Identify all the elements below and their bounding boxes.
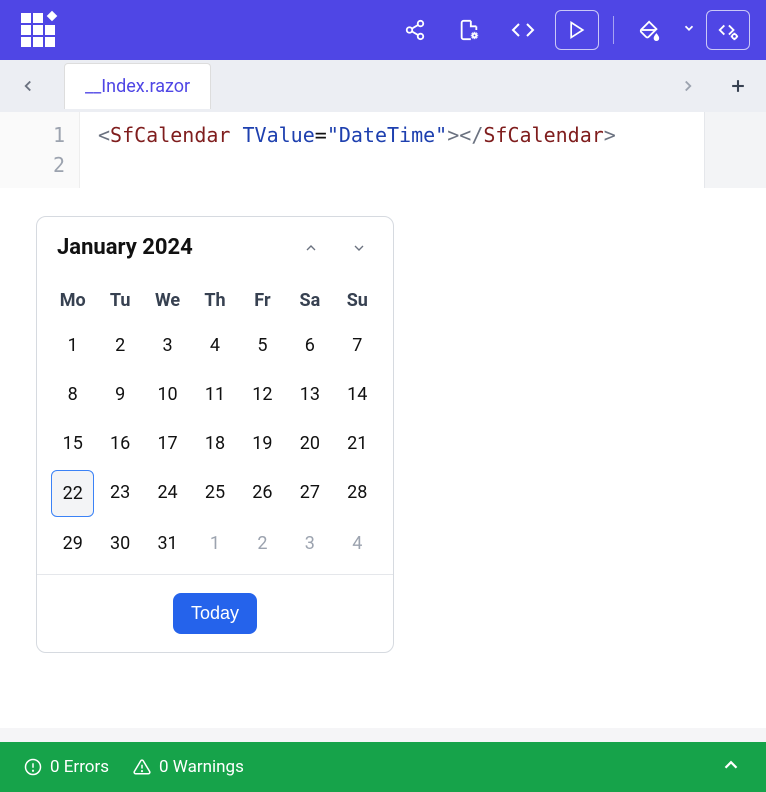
calendar-day[interactable]: 19 (241, 421, 284, 466)
paint-bucket-icon (639, 19, 661, 41)
calendar-day[interactable]: 17 (146, 421, 189, 466)
calendar-day[interactable]: 26 (241, 470, 284, 517)
app-menu-button[interactable] (16, 10, 60, 50)
line-number: 2 (0, 150, 65, 180)
calendar-day[interactable]: 25 (193, 470, 236, 517)
calendar-dow: Sa (286, 280, 333, 321)
errors-label: 0 Errors (50, 757, 109, 777)
calendar-footer: Today (37, 574, 393, 652)
calendar-dow: Th (191, 280, 238, 321)
status-bar: 0 Errors 0 Warnings (0, 742, 766, 792)
chevron-left-icon (19, 77, 37, 95)
chevron-right-icon (679, 77, 697, 95)
chevron-down-icon (682, 21, 696, 35)
plus-icon (728, 76, 748, 96)
calendar-day[interactable]: 3 (288, 521, 331, 566)
code-line: <SfCalendar TValue="DateTime"></SfCalend… (98, 120, 696, 150)
calendar-day[interactable]: 23 (98, 470, 141, 517)
calendar-day[interactable]: 1 (51, 323, 94, 368)
calendar-widget: January 2024 MoTuWeThFrSaSu1234567891011… (36, 216, 394, 653)
calendar-day[interactable]: 14 (336, 372, 379, 417)
code-gear-icon (717, 19, 739, 41)
calendar-day[interactable]: 9 (98, 372, 141, 417)
calendar-day[interactable]: 27 (288, 470, 331, 517)
calendar-day[interactable]: 3 (146, 323, 189, 368)
calendar-day[interactable]: 12 (241, 372, 284, 417)
calendar-day[interactable]: 15 (51, 421, 94, 466)
format-dropdown[interactable] (682, 21, 696, 39)
calendar-day[interactable]: 13 (288, 372, 331, 417)
tab-next-button[interactable] (670, 68, 706, 104)
error-icon (24, 758, 42, 776)
file-gear-icon (458, 19, 480, 41)
calendar-day[interactable]: 24 (146, 470, 189, 517)
calendar-next-button[interactable] (345, 236, 373, 260)
file-settings-button[interactable] (447, 10, 491, 50)
top-toolbar (0, 0, 766, 60)
code-editor[interactable]: 1 2 <SfCalendar TValue="DateTime"></SfCa… (0, 112, 766, 188)
calendar-day[interactable]: 10 (146, 372, 189, 417)
today-button[interactable]: Today (173, 593, 257, 634)
calendar-grid: MoTuWeThFrSaSu12345678910111213141516171… (37, 270, 393, 574)
tab-index-razor[interactable]: __Index.razor (64, 63, 211, 109)
calendar-day[interactable]: 4 (193, 323, 236, 368)
calendar-day[interactable]: 6 (288, 323, 331, 368)
calendar-dow: Su (334, 280, 381, 321)
editor-settings-button[interactable] (706, 10, 750, 50)
calendar-dow: Tu (96, 280, 143, 321)
calendar-day[interactable]: 1 (193, 521, 236, 566)
warnings-status[interactable]: 0 Warnings (133, 757, 244, 777)
calendar-dow: Fr (239, 280, 286, 321)
run-button[interactable] (555, 10, 599, 50)
format-button[interactable] (628, 10, 672, 50)
calendar-day[interactable]: 20 (288, 421, 331, 466)
code-view-button[interactable] (501, 10, 545, 50)
chevron-up-icon (301, 240, 321, 256)
calendar-day[interactable]: 8 (51, 372, 94, 417)
warning-icon (133, 758, 151, 776)
line-gutter: 1 2 (0, 112, 80, 188)
code-area[interactable]: <SfCalendar TValue="DateTime"></SfCalend… (80, 112, 704, 188)
tab-prev-button[interactable] (10, 68, 46, 104)
chevron-down-icon (349, 240, 369, 256)
calendar-prev-button[interactable] (297, 236, 325, 260)
calendar-dow: Mo (49, 280, 96, 321)
calendar-header: January 2024 (37, 217, 393, 270)
warnings-label: 0 Warnings (159, 757, 244, 777)
calendar-dow: We (144, 280, 191, 321)
calendar-day[interactable]: 7 (336, 323, 379, 368)
code-icon (511, 18, 535, 42)
calendar-day[interactable]: 5 (241, 323, 284, 368)
calendar-day[interactable]: 18 (193, 421, 236, 466)
calendar-title[interactable]: January 2024 (57, 235, 193, 260)
tab-label: __Index.razor (85, 76, 190, 97)
minimap[interactable] (704, 112, 766, 188)
calendar-day[interactable]: 4 (336, 521, 379, 566)
errors-status[interactable]: 0 Errors (24, 757, 109, 777)
calendar-day[interactable]: 11 (193, 372, 236, 417)
calendar-day[interactable]: 21 (336, 421, 379, 466)
share-icon (404, 19, 426, 41)
tab-strip: __Index.razor (0, 60, 766, 112)
grid-logo-icon (21, 13, 55, 47)
calendar-day[interactable]: 28 (336, 470, 379, 517)
toolbar-separator (613, 16, 614, 44)
status-expand-button[interactable] (720, 754, 742, 781)
calendar-day[interactable]: 29 (51, 521, 94, 566)
preview-pane: January 2024 MoTuWeThFrSaSu1234567891011… (0, 188, 766, 728)
new-tab-button[interactable] (720, 68, 756, 104)
calendar-day[interactable]: 2 (241, 521, 284, 566)
calendar-day[interactable]: 16 (98, 421, 141, 466)
share-button[interactable] (393, 10, 437, 50)
calendar-day[interactable]: 30 (98, 521, 141, 566)
chevron-up-icon (720, 754, 742, 776)
line-number: 1 (0, 120, 65, 150)
calendar-day[interactable]: 2 (98, 323, 141, 368)
calendar-day-today[interactable]: 22 (51, 470, 94, 517)
play-icon (567, 20, 587, 40)
calendar-day[interactable]: 31 (146, 521, 189, 566)
